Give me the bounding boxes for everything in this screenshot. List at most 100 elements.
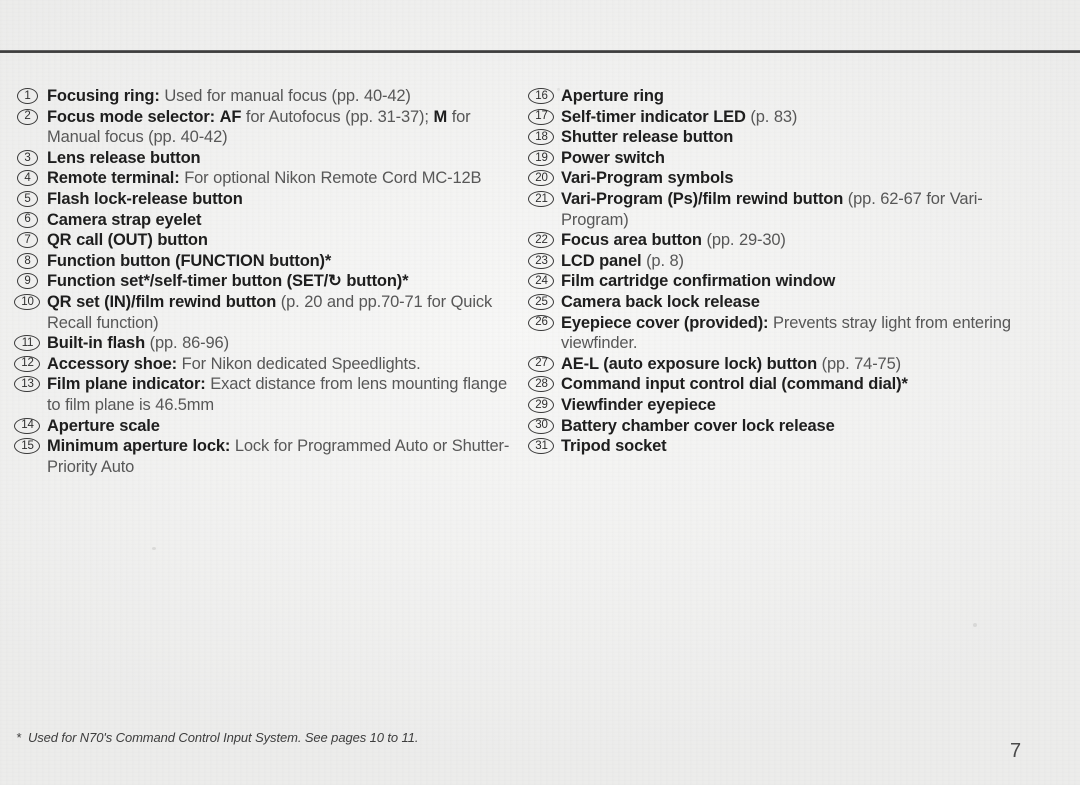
item-number: 25 xyxy=(535,295,548,308)
item-term: Camera strap eyelet xyxy=(47,210,202,229)
circled-number-28: 28 xyxy=(528,376,555,393)
item-text: Film cartridge confirmation window xyxy=(561,271,1048,292)
item-number: 17 xyxy=(535,110,548,123)
item-term: Focusing ring: xyxy=(47,87,160,105)
item-text: Shutter release button xyxy=(561,127,1048,148)
parts-list-item: 9 Function set*/self-timer button (SET/↻ … xyxy=(14,271,514,292)
item-number: 9 xyxy=(24,275,31,288)
circled-number-13: 13 xyxy=(14,376,41,393)
item-number: 10 xyxy=(21,295,34,308)
circled-number-3: 3 xyxy=(14,149,41,167)
parts-list-item: 16 Aperture ring xyxy=(528,86,1048,107)
parts-list-item: 2 Focus mode selector: AF for Autofocus (… xyxy=(14,107,514,148)
parts-list-item: 19 Power switch xyxy=(528,148,1048,169)
circled-number-12: 12 xyxy=(14,355,41,373)
parts-list-item: 12 Accessory shoe: For Nikon dedicated Sp… xyxy=(14,354,514,375)
circled-number-23: 23 xyxy=(528,252,555,270)
parts-list-item: 29 Viewfinder eyepiece xyxy=(528,395,1048,416)
item-number: 22 xyxy=(535,233,548,246)
parts-list-item: 25 Camera back lock release xyxy=(528,292,1048,313)
parts-list-item: 26 Eyepiece cover (provided): Prevents st… xyxy=(528,313,1048,354)
footnote: * Used for N70's Command Control Input Sy… xyxy=(16,730,418,745)
parts-list-item: 24 Film cartridge confirmation window xyxy=(528,271,1048,292)
item-number: 6 xyxy=(24,213,31,226)
parts-list-item: 21 Vari-Program (Ps)/film rewind button (… xyxy=(528,189,1048,230)
item-text: Accessory shoe: For Nikon dedicated Spee… xyxy=(47,354,421,373)
item-text: Command input control dial (command dial… xyxy=(561,374,1048,395)
item-number: 30 xyxy=(535,419,548,432)
item-inline-emphasis: M xyxy=(433,107,448,126)
item-text: Minimum aperture lock: Lock for Programm… xyxy=(47,437,510,476)
item-number: 16 xyxy=(535,89,548,102)
item-number: 13 xyxy=(21,378,34,391)
parts-list-item: 15 Minimum aperture lock: Lock for Progra… xyxy=(14,436,514,477)
parts-list-item: 14 Aperture scale xyxy=(14,416,514,437)
item-text: Camera back lock release xyxy=(561,292,1048,313)
parts-list-item: 27 AE-L (auto exposure lock) button (pp. … xyxy=(528,354,1048,375)
item-number: 7 xyxy=(24,233,31,246)
item-text: Tripod socket xyxy=(561,436,1048,457)
circled-number-5: 5 xyxy=(14,190,41,208)
item-text: QR set (IN)/film rewind button (p. 20 an… xyxy=(47,292,493,332)
item-number: 21 xyxy=(535,192,548,205)
parts-list-item: 8 Function button (FUNCTION button)* xyxy=(14,251,514,272)
item-term: Minimum aperture lock: xyxy=(47,437,231,456)
item-number: 14 xyxy=(21,419,34,432)
item-number: 20 xyxy=(535,172,548,185)
item-term: Tripod socket xyxy=(561,437,667,456)
circled-number-10: 10 xyxy=(14,293,41,311)
circled-number-21: 21 xyxy=(528,190,555,208)
item-text: Vari-Program (Ps)/film rewind button (pp… xyxy=(561,189,983,229)
item-text: Camera strap eyelet xyxy=(47,210,514,231)
item-text: Aperture ring xyxy=(561,86,1048,107)
item-number: 23 xyxy=(535,254,548,267)
parts-list-item: 13 Film plane indicator: Exact distance f… xyxy=(14,374,514,415)
circled-number-9: 9 xyxy=(14,273,41,290)
parts-list-item: 6 Camera strap eyelet xyxy=(14,210,514,231)
circled-number-15: 15 xyxy=(14,438,41,455)
item-term: Battery chamber cover lock release xyxy=(561,416,835,435)
item-text: Self-timer indicator LED (p. 83) xyxy=(561,107,798,126)
circled-number-20: 20 xyxy=(528,170,555,187)
item-text: Film plane indicator: Exact distance fro… xyxy=(47,375,507,414)
item-text: Battery chamber cover lock release xyxy=(561,416,1048,437)
item-text: Remote terminal: For optional Nikon Remo… xyxy=(47,169,482,188)
parts-list-item: 28 Command input control dial (command di… xyxy=(528,374,1048,395)
item-text: Focusing ring: Used for manual focus (pp… xyxy=(47,87,411,105)
item-text: Eyepiece cover (provided): Prevents stra… xyxy=(561,313,1011,353)
item-term: Function set*/self-timer button (SET/↻ b… xyxy=(47,272,409,291)
circled-number-22: 22 xyxy=(528,232,555,249)
item-number: 4 xyxy=(24,172,31,185)
item-term: Flash lock-release button xyxy=(47,189,243,208)
manual-page: 1 Focusing ring: Used for manual focus (p… xyxy=(0,0,1080,785)
item-text: Flash lock-release button xyxy=(47,189,514,210)
circled-number-2: 2 xyxy=(14,108,41,126)
item-number: 24 xyxy=(535,275,548,288)
item-term: Shutter release button xyxy=(561,128,734,147)
item-number: 5 xyxy=(24,192,31,205)
item-text: Function button (FUNCTION button)* xyxy=(47,251,514,272)
circled-number-25: 25 xyxy=(528,293,555,311)
item-term: Function button (FUNCTION button)* xyxy=(47,251,332,270)
item-inline-emphasis: AF xyxy=(219,107,242,126)
item-term: Film cartridge confirmation window xyxy=(561,272,836,291)
circled-number-8: 8 xyxy=(14,252,41,270)
item-term: Built-in flash xyxy=(47,334,146,353)
footnote-text: Used for N70's Command Control Input Sys… xyxy=(27,730,419,745)
parts-list-item: 17 Self-timer indicator LED (p. 83) xyxy=(528,107,1048,128)
item-text: QR call (OUT) button xyxy=(47,230,514,251)
item-text: Lens release button xyxy=(47,148,514,169)
item-term: Vari-Program (Ps)/film rewind button xyxy=(561,189,844,208)
item-term: Focus area button xyxy=(561,231,702,250)
circled-number-18: 18 xyxy=(528,129,555,146)
item-text: LCD panel (p. 8) xyxy=(561,251,684,270)
circled-number-4: 4 xyxy=(14,170,41,187)
item-number: 27 xyxy=(535,357,548,370)
page-number: 7 xyxy=(1010,740,1022,762)
item-number: 2 xyxy=(24,110,31,123)
item-number: 29 xyxy=(535,398,548,411)
parts-list-item: 18 Shutter release button xyxy=(528,127,1048,148)
item-term: Film plane indicator: xyxy=(47,375,206,394)
item-text: Viewfinder eyepiece xyxy=(561,395,1048,416)
item-number: 8 xyxy=(24,254,31,267)
